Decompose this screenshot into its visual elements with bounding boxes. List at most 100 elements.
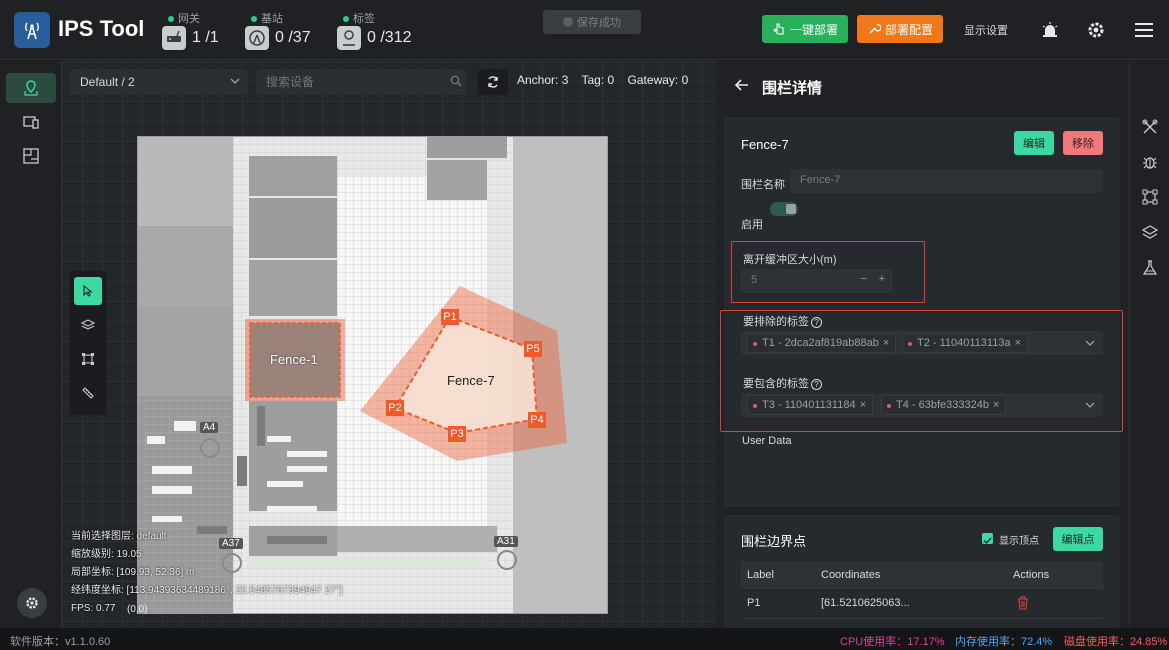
chevron-down-icon xyxy=(1085,340,1095,346)
layers-button[interactable] xyxy=(1142,224,1158,240)
fence-point-label[interactable]: P4 xyxy=(528,412,546,428)
fence-name-input[interactable]: Fence-7 xyxy=(790,169,1103,193)
buffer-label: 离开缓冲区大小(m) xyxy=(743,254,837,266)
flask-icon xyxy=(1142,260,1158,275)
close-icon[interactable]: × xyxy=(883,337,889,349)
gear-icon xyxy=(26,597,38,609)
fence-point-label[interactable]: P3 xyxy=(448,426,466,442)
area-tool[interactable] xyxy=(74,345,102,373)
layers-icon xyxy=(81,319,95,330)
app-title: IPS Tool xyxy=(58,16,145,41)
layers-icon xyxy=(1142,225,1158,239)
check-icon xyxy=(983,537,992,545)
user-data-label: User Data xyxy=(742,435,792,447)
area-button[interactable] xyxy=(1142,189,1158,205)
sidebar-item-map[interactable] xyxy=(6,73,56,103)
info-lnglat: 经纬度坐标: [113.94393634489186°, 22.54857973… xyxy=(71,585,343,596)
help-icon[interactable]: ? xyxy=(811,378,822,390)
disk-usage: 磁盘使用率：24.85% xyxy=(1064,636,1168,648)
deploy-all-label: 一键部署 xyxy=(789,22,838,37)
measure-tool[interactable] xyxy=(74,379,102,407)
plus-icon[interactable]: + xyxy=(879,273,885,285)
close-icon[interactable]: × xyxy=(1015,337,1021,349)
buffer-stepper[interactable]: 5 − + xyxy=(741,269,893,293)
check-circle-icon xyxy=(563,17,573,27)
enable-toggle[interactable] xyxy=(770,202,798,216)
app-window: IPS Tool 网关 1 /1 基站 0 /37 标签 0 /312 保存成功 xyxy=(0,0,1169,650)
close-icon[interactable]: × xyxy=(993,399,999,411)
map-info-readout: 当前选择图层: default 缩放级别: 19.05 局部坐标: [109.9… xyxy=(71,528,342,618)
edit-points-button[interactable]: 编辑点 xyxy=(1053,527,1103,551)
gateway-stat-value: 1 /1 xyxy=(192,29,219,46)
close-icon[interactable]: × xyxy=(860,399,866,411)
tools-cross-icon xyxy=(1142,119,1158,134)
tag-user-icon xyxy=(337,26,361,50)
anchor-label[interactable]: A4 xyxy=(200,422,219,433)
show-vertices-checkbox[interactable] xyxy=(982,533,993,545)
info-local-coord: 局部坐标: [109.93, 52.36] m xyxy=(71,567,195,578)
fence-7-label: Fence-7 xyxy=(447,373,495,388)
minus-icon[interactable]: − xyxy=(861,273,867,285)
include-tag-chip[interactable]: T4 - 63bfe333324b × xyxy=(881,395,1007,415)
sidebar-item-floorplan[interactable] xyxy=(6,141,56,171)
right-toolbar xyxy=(1129,61,1169,628)
table-row: P1 [61.5210625063... xyxy=(741,589,1103,619)
tag-stat: 标签 0 /312 xyxy=(337,8,427,54)
include-tag-chip[interactable]: T3 - 110401131184 × xyxy=(747,395,874,415)
fence-detail-panel: 围栏详情 Fence-7 编辑 移除 围栏名称 Fence-7 启用 离开缓冲区… xyxy=(716,61,1146,628)
col-label: Label xyxy=(747,569,774,581)
lab-button[interactable] xyxy=(1142,260,1158,276)
anchor-label[interactable]: A31 xyxy=(494,536,518,547)
help-icon[interactable]: ? xyxy=(811,316,822,328)
remove-button[interactable]: 移除 xyxy=(1063,131,1103,155)
select-tool[interactable] xyxy=(74,277,102,305)
memory-usage: 内存使用率：72.4% xyxy=(955,636,1053,648)
fence-point-label[interactable]: P2 xyxy=(386,400,404,416)
sidebar-settings-button[interactable] xyxy=(17,588,47,618)
anchor-stat-value: 0 /37 xyxy=(275,29,311,46)
deploy-all-button[interactable]: 一键部署 xyxy=(762,15,848,43)
exclude-tag-chip[interactable]: T2 - 11040113113a × xyxy=(902,333,1029,353)
back-arrow-icon[interactable] xyxy=(734,77,750,93)
devices-icon xyxy=(23,116,39,129)
col-actions: Actions xyxy=(1013,569,1050,581)
broadcast-tower-icon xyxy=(25,22,39,40)
app-logo xyxy=(14,12,50,48)
fence-info-card: Fence-7 编辑 移除 围栏名称 Fence-7 启用 离开缓冲区大小(m)… xyxy=(720,117,1123,507)
deploy-config-button[interactable]: 部署配置 xyxy=(857,15,943,43)
include-tags-label: 要包含的标签? xyxy=(743,375,822,391)
bounding-box-icon xyxy=(1142,189,1158,205)
fence-point-label[interactable]: P1 xyxy=(441,309,459,325)
exclude-tag-chip[interactable]: T1 - 2dca2af819ab88ab × xyxy=(747,333,897,353)
bounding-box-icon xyxy=(82,353,94,365)
info-fps: FPS: 0.77 xyxy=(71,603,116,614)
router-icon xyxy=(162,26,186,50)
menu-icon[interactable] xyxy=(1135,22,1153,38)
fence-point-label[interactable]: P5 xyxy=(524,341,542,357)
sidebar-item-devices[interactable] xyxy=(6,107,56,137)
map-canvas[interactable]: Default / 2 Anchor: 3 Tag: 0 Gateway: 0 xyxy=(62,61,716,628)
floorplan-icon xyxy=(23,148,39,164)
tools-button[interactable] xyxy=(1142,119,1158,135)
panel-title: 围栏详情 xyxy=(762,80,823,97)
chevron-down-icon xyxy=(1085,402,1095,408)
exclude-tags-label: 要排除的标签? xyxy=(743,313,822,329)
include-tags-select[interactable]: T3 - 110401131184 × T4 - 63bfe333324b × xyxy=(741,393,1103,417)
gear-icon[interactable] xyxy=(1087,21,1105,39)
wrench-icon xyxy=(869,24,881,34)
display-settings-link[interactable]: 显示设置 xyxy=(964,22,1008,38)
layers-tool[interactable] xyxy=(74,311,102,339)
table-header: Label Coordinates Actions xyxy=(741,561,1103,589)
tag-stat-value: 0 /312 xyxy=(367,29,412,46)
fence-name-heading: Fence-7 xyxy=(741,137,789,152)
trash-icon[interactable] xyxy=(1017,596,1029,610)
edit-button[interactable]: 编辑 xyxy=(1014,131,1054,155)
debug-button[interactable] xyxy=(1142,154,1158,170)
exclude-tags-select[interactable]: T1 - 2dca2af819ab88ab × T2 - 11040113113a… xyxy=(741,331,1103,355)
info-layer: 当前选择图层: default xyxy=(71,531,167,542)
deploy-config-label: 部署配置 xyxy=(884,22,933,37)
fence-1-label: Fence-1 xyxy=(270,352,318,367)
status-bar: 软件版本：v1.1.0.60 CPU使用率：17.17% 内存使用率：72.4%… xyxy=(0,628,1169,650)
info-zoom: 缩放级别: 19.05 xyxy=(71,549,142,560)
alarm-light-icon[interactable] xyxy=(1041,21,1059,39)
